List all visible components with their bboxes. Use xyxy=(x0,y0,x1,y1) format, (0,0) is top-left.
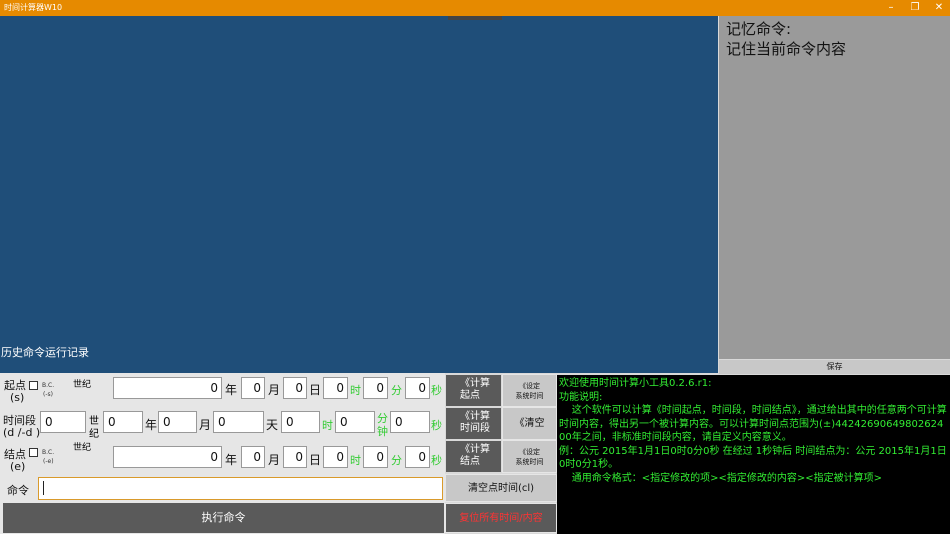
start-month-input[interactable]: 0 xyxy=(241,377,265,399)
start-year-unit: 年 xyxy=(225,383,238,397)
period-year-unit: 年 xyxy=(145,418,158,432)
start-hour-unit: 时 xyxy=(350,384,361,397)
end-year-unit: 年 xyxy=(225,453,238,467)
end-month-input[interactable]: 0 xyxy=(241,446,265,468)
calc-end-label-1: 《计算 xyxy=(460,444,490,455)
drag-handle[interactable] xyxy=(448,16,502,20)
console-line: 例：公元 2015年1月1日0时0分0秒 在经过 1秒钟后 时间结点为：公元 2… xyxy=(559,445,947,471)
minimize-button[interactable]: – xyxy=(880,0,902,16)
save-button[interactable]: 保存 xyxy=(719,360,950,374)
period-day-input[interactable]: 0 xyxy=(213,411,264,433)
text-cursor xyxy=(43,481,44,495)
memory-text: 记住当前命令内容 xyxy=(726,40,847,58)
set-sys-2-label-b: 系统时间 xyxy=(515,458,544,466)
restore-button[interactable]: ❐ xyxy=(904,0,926,16)
end-bc-label: B.C. xyxy=(42,449,55,456)
period-second-input[interactable]: 0 xyxy=(390,411,430,433)
start-day-unit: 日 xyxy=(309,383,322,397)
start-century-label: 世纪 xyxy=(73,380,92,390)
calc-period-button[interactable]: 《计算 时间段 xyxy=(445,407,502,440)
set-system-time-start-button[interactable]: 《设定 系统时间 xyxy=(502,374,557,407)
calc-start-label-2: 起点 xyxy=(460,390,480,401)
period-minute-input[interactable]: 0 xyxy=(335,411,375,433)
start-bc-checkbox[interactable] xyxy=(29,381,38,390)
end-day-unit: 日 xyxy=(309,453,322,467)
period-day-unit: 天 xyxy=(266,418,279,432)
history-panel[interactable] xyxy=(0,16,718,373)
window-title: 时间计算器W10 xyxy=(4,3,63,12)
console-line: 功能说明: xyxy=(559,391,603,403)
console-output[interactable]: 欢迎使用时间计算小工具0.2.6.r1: 功能说明: 这个软件可以计算《时间起点… xyxy=(557,375,950,534)
start-hour-input[interactable]: 0 xyxy=(323,377,348,399)
console-line: 欢迎使用时间计算小工具0.2.6.r1: xyxy=(559,378,712,389)
set-sys-1-label-b: 系统时间 xyxy=(515,392,544,400)
end-century-label: 世纪 xyxy=(73,443,92,453)
period-second-unit: 秒 xyxy=(431,419,442,432)
clear-period-button[interactable]: 《清空 xyxy=(502,407,557,440)
end-hour-input[interactable]: 0 xyxy=(323,446,348,468)
end-abbr: (e) xyxy=(10,460,26,473)
calc-start-label-1: 《计算 xyxy=(460,378,490,389)
period-hour-input[interactable]: 0 xyxy=(281,411,320,433)
execute-command-button[interactable]: 执行命令 xyxy=(3,503,444,533)
set-system-time-end-button[interactable]: 《设定 系统时间 xyxy=(502,440,557,473)
calc-end-button[interactable]: 《计算 结点 xyxy=(445,440,502,473)
calc-start-button[interactable]: 《计算 起点 xyxy=(445,374,502,407)
end-year-input[interactable]: 0 xyxy=(113,446,222,468)
calc-period-label-1: 《计算 xyxy=(460,411,490,422)
end-bc-checkbox[interactable] xyxy=(29,448,38,457)
start-second-input[interactable]: 0 xyxy=(405,377,430,399)
end-minute-input[interactable]: 0 xyxy=(363,446,388,468)
memory-title: 记忆命令: xyxy=(726,20,792,38)
start-bc-label: B.C. xyxy=(42,382,55,389)
console-line: 这个软件可以计算《时间起点，时间段，时间结点》，通过给出其中的任意两个可计算时间… xyxy=(559,405,947,443)
memory-panel[interactable] xyxy=(719,16,950,359)
start-year-input[interactable]: 0 xyxy=(113,377,222,399)
start-abbr: (s) xyxy=(10,391,25,404)
end-second-unit: 秒 xyxy=(431,454,442,467)
calc-end-label-2: 结点 xyxy=(460,456,480,467)
set-sys-2-label-a: 《设定 xyxy=(519,448,540,456)
title-bar: 时间计算器W10 xyxy=(0,0,950,16)
clear-time-button[interactable]: 清空点时间(cl) xyxy=(445,474,557,502)
period-month-input[interactable]: 0 xyxy=(158,411,197,433)
start-month-unit: 月 xyxy=(268,383,281,397)
period-century-input[interactable]: 0 xyxy=(40,411,86,433)
end-minute-unit: 分 xyxy=(391,454,402,467)
start-bc-abbr: (-s) xyxy=(43,391,53,398)
end-second-input[interactable]: 0 xyxy=(405,446,430,468)
command-input[interactable] xyxy=(38,477,443,500)
period-minute-unit-2: 钟 xyxy=(377,425,388,438)
calc-period-label-2: 时间段 xyxy=(460,423,490,434)
start-day-input[interactable]: 0 xyxy=(283,377,307,399)
history-label: 历史命令运行记录 xyxy=(1,346,89,359)
period-month-unit: 月 xyxy=(199,418,212,432)
close-button[interactable]: ✕ xyxy=(928,0,950,16)
end-bc-abbr: (-e) xyxy=(43,458,54,465)
end-month-unit: 月 xyxy=(268,453,281,467)
end-hour-unit: 时 xyxy=(350,454,361,467)
start-minute-unit: 分 xyxy=(391,384,402,397)
command-label: 命令 xyxy=(7,484,29,497)
start-minute-input[interactable]: 0 xyxy=(363,377,388,399)
period-year-input[interactable]: 0 xyxy=(103,411,143,433)
reset-all-button[interactable]: 复位所有时间/内容 xyxy=(445,503,557,533)
console-line: 通用命令格式：<指定修改的项><指定修改的内容><指定被计算项> xyxy=(559,472,882,484)
end-day-input[interactable]: 0 xyxy=(283,446,307,468)
period-century-label-2: 纪 xyxy=(89,429,99,440)
period-abbr: (d /-d ) xyxy=(3,426,41,439)
start-second-unit: 秒 xyxy=(431,384,442,397)
set-sys-1-label-a: 《设定 xyxy=(519,382,540,390)
period-hour-unit: 时 xyxy=(322,419,333,432)
